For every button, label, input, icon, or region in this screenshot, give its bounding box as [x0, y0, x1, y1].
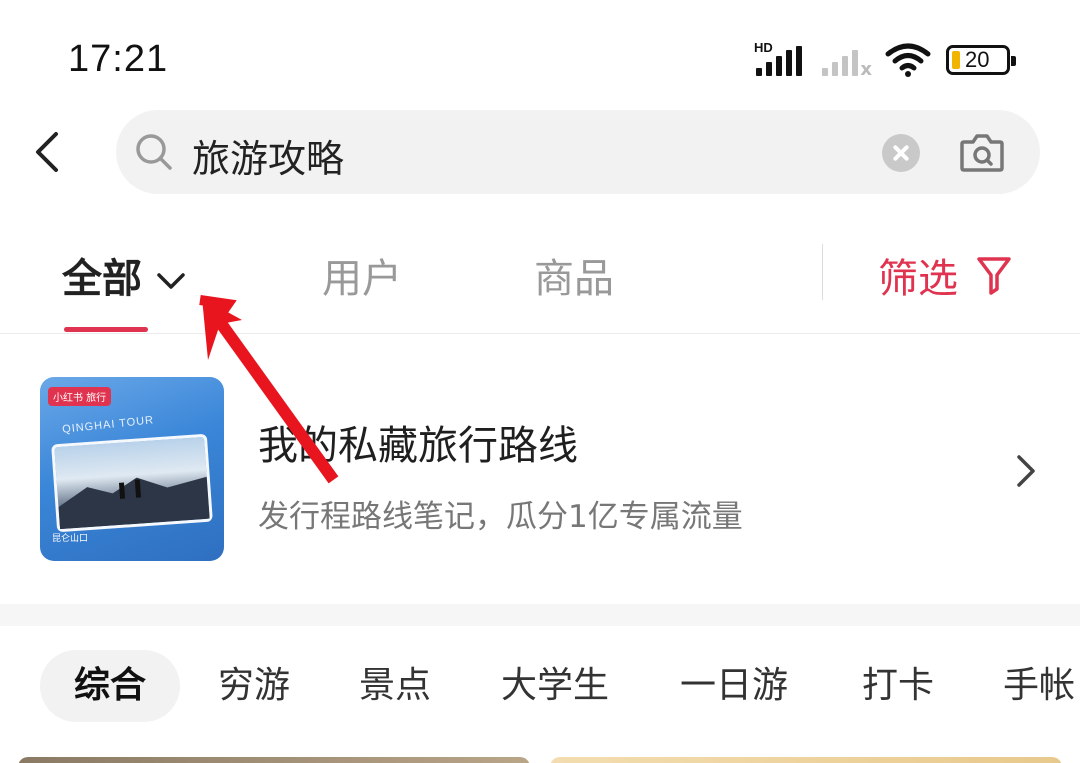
- wifi-icon: [885, 43, 931, 77]
- clock: 17:21: [68, 38, 169, 80]
- tab-divider: [822, 244, 823, 300]
- battery-icon: 20: [946, 45, 1016, 75]
- feed-card-right[interactable]: [550, 757, 1062, 763]
- search-input[interactable]: 旅游攻略: [192, 128, 344, 183]
- filter-label: 筛选: [878, 256, 958, 302]
- section-separator: [0, 604, 1080, 626]
- tab-goods[interactable]: 商品: [534, 246, 614, 304]
- tab-users[interactable]: 用户: [322, 246, 402, 304]
- search-icon: [136, 134, 172, 170]
- thumb-tour-text: QINGHAI TOUR: [61, 414, 155, 436]
- active-tab-indicator: [64, 327, 148, 332]
- result-tabs: 全部 用户 商品 筛选: [0, 230, 1080, 334]
- thumb-place: 昆仑山口: [52, 534, 89, 544]
- chevron-right-icon[interactable]: [1014, 451, 1038, 491]
- chip-attractions[interactable]: 景点: [359, 650, 431, 722]
- chip-day-trip[interactable]: 一日游: [680, 650, 788, 722]
- thumb-photo: [51, 433, 213, 533]
- feed-card-left[interactable]: [18, 757, 530, 763]
- thumb-badge: 小红书 旅行: [48, 387, 112, 406]
- chip-comprehensive[interactable]: 综合: [40, 650, 181, 722]
- banner-title: 我的私藏旅行路线: [258, 423, 578, 469]
- status-bar: 17:21 HD x 20: [0, 0, 1080, 110]
- filter-funnel-icon: [977, 257, 1011, 295]
- filter-button[interactable]: 筛选: [878, 246, 1012, 304]
- promo-banner[interactable]: 小红书 旅行 QINGHAI TOUR 昆仑山口 我的私藏旅行路线 发行程路线笔…: [0, 335, 1080, 603]
- chip-college-students[interactable]: 大学生: [501, 650, 609, 722]
- battery-level: 20: [965, 47, 990, 72]
- banner-thumbnail: 小红书 旅行 QINGHAI TOUR 昆仑山口: [40, 377, 224, 561]
- tab-all[interactable]: 全部: [62, 246, 186, 304]
- tab-all-label: 全部: [62, 256, 142, 302]
- back-arrow-icon[interactable]: [28, 128, 68, 176]
- category-chips: 综合 穷游 景点 大学生 一日游 打卡 手帐: [0, 626, 1080, 746]
- chevron-down-icon: [157, 273, 185, 289]
- cellular-signal-icon: HD: [754, 40, 806, 78]
- banner-subtitle: 发行程路线笔记，瓜分1亿专属流量: [258, 499, 743, 535]
- chip-check-in[interactable]: 打卡: [862, 650, 934, 722]
- camera-icon[interactable]: [958, 130, 1006, 174]
- cellular-signal-2-icon: x: [820, 42, 872, 80]
- clear-search-icon[interactable]: [882, 134, 920, 172]
- chip-journal[interactable]: 手帐: [1003, 650, 1075, 722]
- chip-budget-travel[interactable]: 穷游: [218, 650, 290, 722]
- search-bar[interactable]: 旅游攻略: [116, 110, 1040, 194]
- status-icons: HD x 20: [754, 40, 1016, 80]
